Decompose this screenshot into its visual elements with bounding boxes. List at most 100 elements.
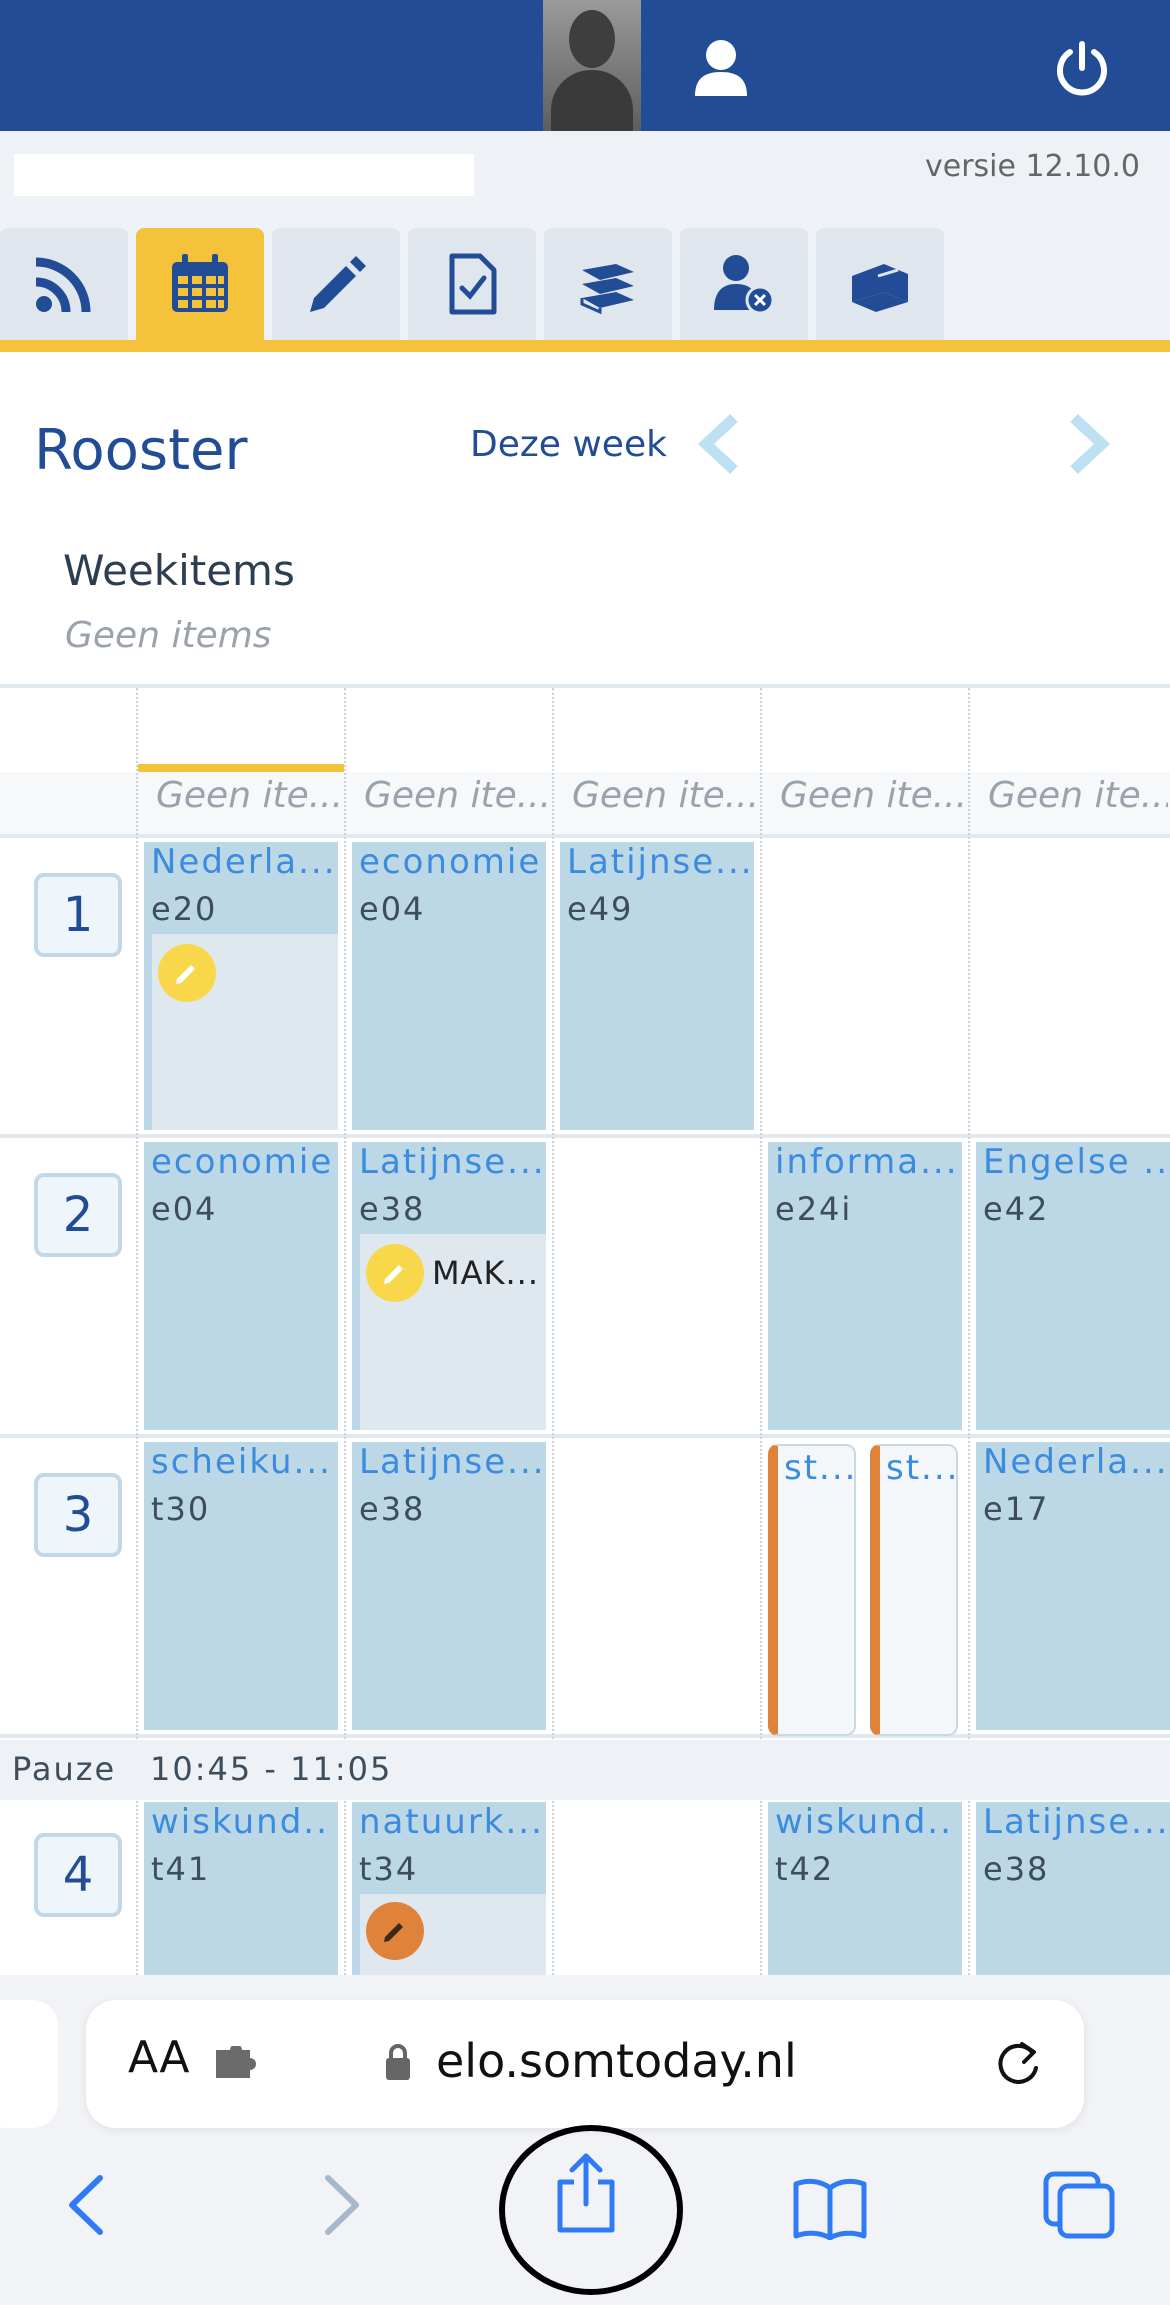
lesson-room: e38 [983,1850,1050,1888]
hour-label: 2 [34,1173,122,1257]
chevron-left-icon[interactable] [696,412,742,476]
weekitems-empty-text: Geen items [65,615,272,656]
lesson-room: e24i [775,1190,853,1228]
avatar[interactable] [543,0,641,131]
lesson-room: e17 [983,1490,1050,1528]
lesson-subject: Latijnse... [983,1802,1164,1842]
tab-schedule[interactable] [136,228,264,340]
lesson-room: t30 [151,1490,211,1528]
user-icon[interactable] [693,38,749,98]
hour-label: 1 [34,873,122,957]
tabs-icon[interactable] [1042,2170,1116,2240]
forward-icon[interactable] [316,2172,366,2238]
lesson-block[interactable]: economie e04 [352,842,546,1130]
grid-divider [0,684,1170,688]
address-bar[interactable]: AA elo.somtoday.nl [86,2000,1084,2128]
lesson-subject: wiskund... [775,1802,956,1842]
lesson-block[interactable]: scheiku... t30 [144,1442,338,1730]
lesson-block[interactable]: Nederla... e17 [976,1442,1170,1730]
tab-news[interactable] [0,228,128,340]
lesson-subject: wiskund... [151,1802,332,1842]
lesson-subject: Latijnse... [567,842,748,882]
break-label: Pauze [12,1750,117,1788]
user-absent-icon [714,255,775,315]
search-field[interactable] [14,154,474,196]
grid-divider [0,1734,1170,1738]
lesson-room: e04 [359,890,426,928]
bookmarks-icon[interactable] [792,2176,868,2240]
lesson-room: t42 [775,1850,835,1888]
url-text: elo.somtoday.nl [436,2034,797,2088]
pencil-icon [384,1265,403,1284]
hour-label: 4 [34,1833,122,1917]
lesson-room: e38 [359,1190,426,1228]
lesson-room: t34 [359,1850,419,1888]
lesson-subject: Latijnse... [359,1442,540,1482]
text-size-button[interactable]: AA [128,2032,189,2083]
homework-note: MAK... [432,1254,539,1292]
lesson-room: t41 [151,1850,211,1888]
day-items-empty: Geen ite... [156,775,342,816]
grid-divider [0,834,1170,838]
lesson-room: e38 [359,1490,426,1528]
tabs-underline [0,340,1170,352]
lesson-block[interactable]: wiskund... t42 [768,1802,962,1975]
lesson-block[interactable]: natuurk... t34 [352,1802,546,1975]
grid-divider [0,1134,1170,1138]
lesson-block[interactable]: informa... e24i [768,1142,962,1430]
lesson-subject: economie [359,842,540,882]
pencil-icon [310,256,366,312]
lesson-block[interactable]: Latijnse... e38 [976,1802,1170,1975]
cancelled-lesson-block[interactable]: st... [768,1444,856,1736]
cancelled-lesson-block[interactable]: st... [870,1444,958,1736]
pencil-icon [384,1923,403,1942]
homework-badge[interactable] [366,1902,424,1960]
lesson-room: e20 [151,890,218,928]
pencil-icon [176,965,195,984]
lesson-subject: Engelse ... [983,1142,1164,1182]
reload-icon[interactable] [992,2038,1044,2090]
grid-divider [0,1434,1170,1438]
lesson-subject: Nederla... [151,842,332,882]
break-time: 10:45 - 11:05 [150,1750,393,1788]
lesson-block[interactable]: Nederla... e20 [144,842,338,1130]
main-tabs [0,226,1170,340]
day-items-empty: Geen ite... [780,775,966,816]
extension-icon[interactable] [214,2046,264,2080]
lesson-homework-area [152,934,338,1130]
lesson-block[interactable]: Latijnse... e38 MAK... [352,1142,546,1430]
lesson-block[interactable]: Latijnse... e49 [560,842,754,1130]
lesson-room: e49 [567,890,634,928]
previous-tab-preview[interactable] [0,2000,58,2128]
clipboard-check-icon [449,253,497,315]
homework-badge[interactable] [158,944,216,1002]
tab-absence[interactable] [680,228,808,340]
power-icon[interactable] [1052,38,1112,98]
today-indicator [138,764,344,772]
lesson-block[interactable]: Latijnse... e38 [352,1442,546,1730]
tab-study-material[interactable] [544,228,672,340]
lesson-block[interactable]: wiskund... t41 [144,1802,338,1975]
tab-grades[interactable] [408,228,536,340]
lesson-subject: Nederla... [983,1442,1164,1482]
lesson-subject: st... [886,1448,960,1488]
lesson-subject: informa... [775,1142,956,1182]
tab-books[interactable] [816,228,944,340]
back-icon[interactable] [62,2172,112,2238]
chevron-right-icon[interactable] [1066,412,1112,476]
tab-homework[interactable] [272,228,400,340]
lesson-room: e04 [151,1190,218,1228]
sub-header: versie 12.10.0 [0,131,1170,226]
this-week-button[interactable]: Deze week [470,424,667,465]
rss-icon [35,257,91,313]
lesson-subject: Latijnse... [359,1142,540,1182]
lesson-homework-area [360,1894,546,1975]
lesson-room: e42 [983,1190,1050,1228]
page-title: Rooster [34,418,248,483]
homework-badge[interactable] [366,1244,424,1302]
book-icon [852,264,908,312]
calendar-icon [172,254,228,312]
version-label: versie 12.10.0 [924,149,1140,184]
lesson-block[interactable]: Engelse ... e42 [976,1142,1170,1430]
lesson-block[interactable]: economie e04 [144,1142,338,1430]
